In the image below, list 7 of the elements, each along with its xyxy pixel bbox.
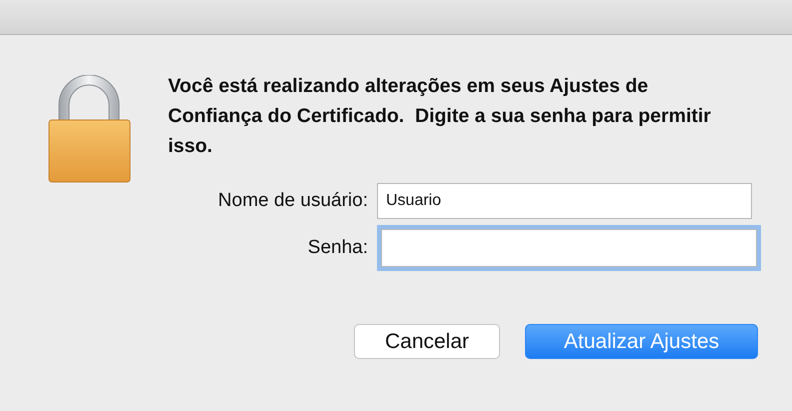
field-label: Senha:	[306, 237, 368, 259]
username-field[interactable]: Usuario	[377, 183, 752, 219]
field-label: Nome de usuário:	[217, 190, 368, 212]
padlock-icon	[48, 75, 131, 183]
dialog-message: Você está realizando alterações em seus Ajustes de Confiança do Certificado. Digite a sua senha para permitir isso.	[168, 74, 712, 159]
cancel-button[interactable]: Cancelar	[354, 324, 500, 359]
password-field[interactable]	[381, 229, 757, 267]
